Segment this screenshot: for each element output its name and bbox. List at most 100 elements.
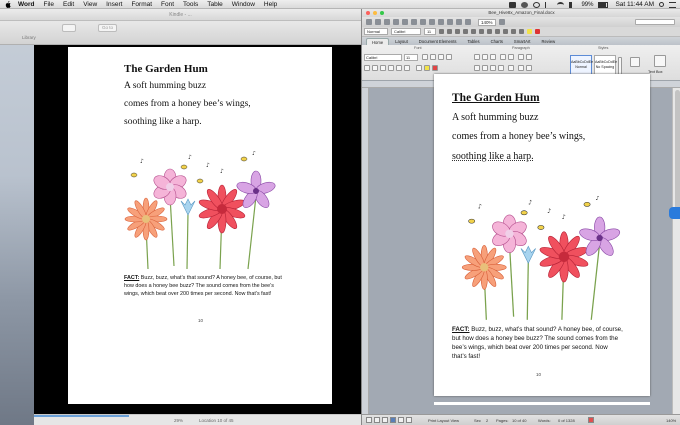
menu-edit[interactable]: Edit <box>63 1 74 8</box>
open-icon[interactable] <box>375 19 381 25</box>
text-effects-icon[interactable] <box>416 65 422 71</box>
text-box-label[interactable]: Text Box <box>648 70 663 74</box>
strikethrough-icon[interactable] <box>388 65 394 71</box>
ribbon-font-color-icon[interactable] <box>432 65 438 71</box>
italic-icon[interactable] <box>447 29 452 34</box>
close-icon[interactable] <box>366 11 370 15</box>
ribbon-size-select[interactable]: 11 <box>404 54 418 61</box>
reading-progress-bar[interactable] <box>34 415 129 417</box>
sort-icon[interactable] <box>518 54 524 60</box>
align-right-icon[interactable] <box>479 29 484 34</box>
show-marks-icon[interactable] <box>526 54 532 60</box>
wifi-icon[interactable] <box>557 1 565 8</box>
paragraph-marks-icon[interactable] <box>465 19 471 25</box>
format-painter-icon[interactable] <box>420 19 426 25</box>
back-button[interactable] <box>62 24 76 32</box>
notification-center-icon[interactable] <box>669 1 676 8</box>
ribbon-underline-icon[interactable] <box>380 65 386 71</box>
vertical-ruler[interactable] <box>362 88 369 414</box>
ribbon-italic-icon[interactable] <box>372 65 378 71</box>
tab-layout[interactable]: Layout <box>390 38 413 45</box>
bullets-icon[interactable] <box>495 29 500 34</box>
library-button[interactable]: Library <box>22 35 36 40</box>
align-left-icon[interactable] <box>463 29 468 34</box>
grow-font-icon[interactable] <box>422 54 428 60</box>
vertical-scrollbar[interactable] <box>672 88 680 414</box>
dropbox-badge-icon[interactable] <box>669 207 680 219</box>
print-icon[interactable] <box>393 19 399 25</box>
menu-format[interactable]: Format <box>131 1 152 8</box>
battery-icon[interactable] <box>598 1 609 8</box>
tab-home[interactable]: Home <box>366 38 390 45</box>
save-icon[interactable] <box>384 19 390 25</box>
menu-font[interactable]: Font <box>161 1 174 8</box>
timemachine-icon[interactable] <box>533 1 541 8</box>
font-size-select[interactable]: 11 <box>424 28 436 35</box>
outline-view-icon[interactable] <box>374 417 380 423</box>
volume-icon[interactable] <box>569 1 576 8</box>
menu-window[interactable]: Window <box>232 1 255 8</box>
line-spacing-icon[interactable] <box>508 65 514 71</box>
print-layout-view-icon[interactable] <box>390 417 396 423</box>
highlight-icon[interactable] <box>527 29 532 34</box>
align-center-icon[interactable] <box>471 29 476 34</box>
ribbon-align-center-icon[interactable] <box>482 65 488 71</box>
notebook-view-icon[interactable] <box>398 417 404 423</box>
focus-view-icon[interactable] <box>406 417 412 423</box>
publishing-view-icon[interactable] <box>382 417 388 423</box>
sidebar-icon[interactable] <box>447 19 453 25</box>
increase-indent-icon[interactable] <box>519 29 524 34</box>
search-icon[interactable] <box>635 19 675 25</box>
numbering-icon[interactable] <box>503 29 508 34</box>
tab-tables[interactable]: Tables <box>462 38 484 45</box>
minimize-icon[interactable] <box>373 11 377 15</box>
help-icon[interactable] <box>498 19 505 25</box>
menu-help[interactable]: Help <box>264 1 277 8</box>
styles-pane-icon[interactable] <box>630 57 640 67</box>
clear-format-icon[interactable] <box>446 54 452 60</box>
ribbon-bullets-icon[interactable] <box>474 54 480 60</box>
text-box-icon[interactable] <box>654 55 666 67</box>
underline-icon[interactable] <box>455 29 460 34</box>
style-select[interactable]: Normal <box>364 28 388 35</box>
superscript-icon[interactable] <box>396 65 402 71</box>
ribbon-numbering-icon[interactable] <box>482 54 488 60</box>
font-select[interactable]: Calibri <box>391 28 421 35</box>
menu-view[interactable]: View <box>83 1 97 8</box>
ribbon-justify-icon[interactable] <box>498 65 504 71</box>
redo-icon[interactable] <box>411 19 417 25</box>
tab-smartart[interactable]: SmartArt <box>509 38 536 45</box>
bold-icon[interactable] <box>439 29 444 34</box>
decrease-indent-icon[interactable] <box>511 29 516 34</box>
undo-icon[interactable] <box>402 19 408 25</box>
dropbox-menu-icon[interactable] <box>509 1 517 8</box>
zoom-select[interactable]: 140% <box>478 18 496 26</box>
menubar-clock[interactable]: Sat 11:44 AM <box>615 1 654 8</box>
bluetooth-icon[interactable] <box>545 1 552 8</box>
menu-app-word[interactable]: Word <box>18 1 35 8</box>
zoom-icon[interactable] <box>380 11 384 15</box>
multilevel-list-icon[interactable] <box>490 54 496 60</box>
media-browser-icon[interactable] <box>456 19 462 25</box>
table-icon[interactable] <box>429 19 435 25</box>
tab-review[interactable]: Review <box>536 38 560 45</box>
draft-view-icon[interactable] <box>366 417 372 423</box>
spotlight-icon[interactable] <box>659 2 664 7</box>
font-color-icon[interactable] <box>535 29 540 34</box>
subscript-icon[interactable] <box>404 65 410 71</box>
shrink-font-icon[interactable] <box>430 54 436 60</box>
ribbon-highlight-icon[interactable] <box>424 65 430 71</box>
menu-tools[interactable]: Tools <box>183 1 198 8</box>
apple-icon[interactable] <box>4 0 12 8</box>
menu-file[interactable]: File <box>44 1 54 8</box>
ribbon-decrease-indent-icon[interactable] <box>500 54 506 60</box>
spelling-check-icon[interactable] <box>588 417 594 423</box>
battery-percent[interactable]: 99% <box>581 2 593 8</box>
status-zoom[interactable]: 140% <box>666 418 676 423</box>
new-doc-icon[interactable] <box>366 19 372 25</box>
word-document-page[interactable]: The Garden Hum A soft humming buzz comes… <box>434 74 650 396</box>
ribbon-increase-indent-icon[interactable] <box>508 54 514 60</box>
ribbon-align-left-icon[interactable] <box>474 65 480 71</box>
evernote-icon[interactable] <box>521 1 529 8</box>
columns-icon[interactable] <box>438 19 444 25</box>
